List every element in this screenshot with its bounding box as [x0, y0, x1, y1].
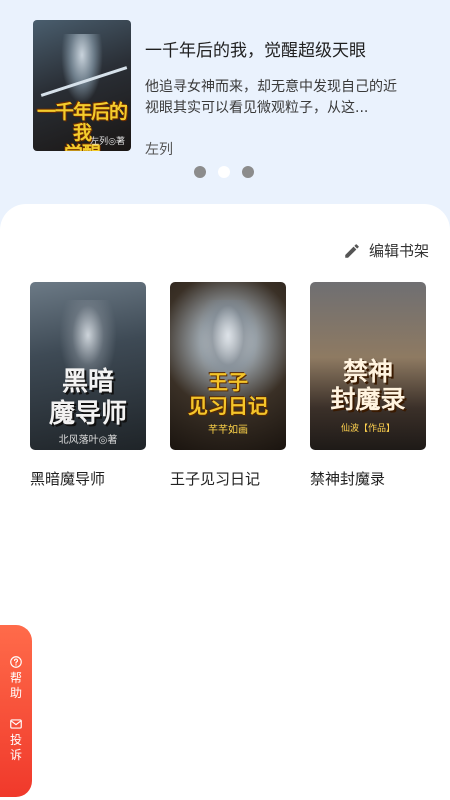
book-title[interactable]: 禁神封魔录 [310, 468, 426, 489]
book-cover-title: 王子 见习日记 [188, 370, 268, 418]
book-cover-title: 黑暗 魔导师 [48, 367, 127, 429]
featured-book-title[interactable]: 一千年后的我，觉醒超级天眼 [145, 36, 415, 61]
mail-icon [10, 719, 22, 729]
book-title[interactable]: 黑暗魔导师 [30, 468, 146, 489]
book-item[interactable]: 王子 见习日记 芊芊如画 王子见习日记 [170, 282, 286, 489]
book-item[interactable]: 禁神 封魔录 仙波【作品】 禁神封魔录 [310, 282, 426, 489]
cover-art-figure [61, 34, 103, 104]
book-cover-author: 芊芊如画 [208, 425, 248, 436]
featured-book-cover[interactable]: 一千年后的我 觉醒 超级天眼 左列◎著 [33, 20, 131, 151]
complaint-button[interactable]: 投诉 [9, 717, 23, 763]
carousel-dot[interactable] [194, 166, 206, 178]
carousel-dots [194, 166, 254, 178]
book-cover-title: 禁神 封魔录 [330, 357, 406, 414]
book-cover[interactable]: 王子 见习日记 芊芊如画 [170, 282, 286, 450]
book-item[interactable]: 黑暗 魔导师 北风落叶◎著 黑暗魔导师 [30, 282, 146, 489]
book-cover-author: 仙波【作品】 [340, 424, 395, 434]
help-label: 帮助 [10, 671, 23, 700]
book-cover[interactable]: 禁神 封魔录 仙波【作品】 [310, 282, 426, 450]
featured-book-card[interactable]: 一千年后的我 觉醒 超级天眼 左列◎著 一千年后的我，觉醒超级天眼 他追寻女神而… [33, 20, 423, 160]
featured-book-author: 左列 [145, 142, 173, 158]
complaint-label: 投诉 [10, 733, 23, 762]
help-circle-icon [10, 656, 22, 668]
carousel-dot-active[interactable] [218, 166, 230, 178]
pencil-icon [345, 243, 359, 258]
book-cover-author: 北风落叶◎著 [58, 435, 118, 446]
edit-shelf-label: 编辑书架 [368, 242, 429, 260]
featured-book-description: 他追寻女神而来，却无意中发现自己的近视眼其实可以看见微观粒子，从这... [145, 79, 397, 116]
carousel-dot[interactable] [242, 166, 254, 178]
help-button[interactable]: 帮助 [9, 655, 23, 701]
featured-cover-author: 左列◎著 [90, 137, 125, 147]
edit-shelf-button[interactable]: 编辑书架 [343, 240, 429, 261]
book-title[interactable]: 王子见习日记 [170, 468, 286, 489]
side-float-tab: 帮助 投诉 [0, 625, 32, 797]
bookshelf-panel: 编辑书架 黑暗 魔导师 北风落叶◎著 黑暗魔导师 王子 见习日记 芊芊如画 王子… [0, 204, 450, 800]
book-cover[interactable]: 黑暗 魔导师 北风落叶◎著 [30, 282, 146, 450]
